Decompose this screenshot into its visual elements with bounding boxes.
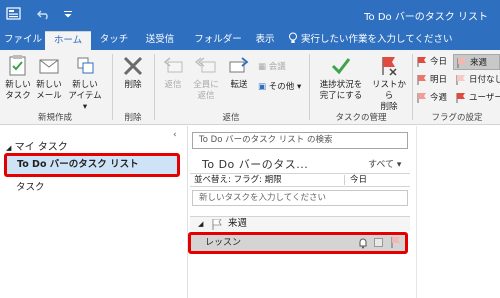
meeting-icon: ▦ bbox=[258, 62, 267, 72]
tab-file[interactable]: ファイル bbox=[4, 31, 42, 50]
task-list-pane: To Do バーのタスク リスト の検索 To Do バーのタス... すべて … bbox=[188, 126, 415, 298]
group-name: 来週 bbox=[228, 218, 248, 229]
flag-icon bbox=[456, 75, 465, 85]
flag-custom-button[interactable]: ユーザー bbox=[453, 90, 500, 106]
tell-me-box[interactable]: 実行したい作業を入力してください bbox=[288, 31, 498, 50]
flag-icon bbox=[457, 58, 466, 68]
expand-triangle-icon: ◢ bbox=[6, 144, 12, 152]
sort-label[interactable]: 並べ替え: フラグ: 期限 bbox=[194, 174, 282, 186]
flag-icon bbox=[212, 219, 222, 230]
search-input[interactable]: To Do バーのタスク リスト の検索 bbox=[192, 132, 408, 149]
delete-x-icon bbox=[123, 56, 143, 76]
flag-icon bbox=[456, 93, 465, 103]
reply-button[interactable]: 返信 bbox=[158, 54, 188, 91]
reply-icon bbox=[163, 57, 183, 73]
undo-icon[interactable] bbox=[36, 6, 52, 22]
group-divider bbox=[112, 54, 113, 120]
tab-home[interactable]: ホーム bbox=[45, 31, 91, 50]
reply-all-button[interactable]: 全員に 返信 bbox=[190, 54, 222, 102]
flag-today-button[interactable]: 今日 bbox=[414, 54, 452, 70]
task-subject: レッスン bbox=[205, 238, 242, 248]
tab-folder[interactable]: フォルダー bbox=[190, 31, 246, 50]
title-bar: To Do バーのタスク リスト bbox=[0, 0, 500, 28]
navigation-pane: ‹ ◢ マイ タスク To Do バーのタスク リスト タスク bbox=[0, 126, 188, 298]
new-group-label: 新規作成 bbox=[37, 113, 72, 123]
filter-dropdown[interactable]: すべて ▾ bbox=[368, 157, 401, 170]
checkmark-icon bbox=[331, 58, 351, 75]
ribbon-tabs: ファイル ホーム タッチ 送受信 フォルダー 表示 実行したい作業を入力してくだ… bbox=[0, 28, 500, 50]
nav-item-tasks[interactable]: タスク bbox=[16, 179, 45, 193]
manage-group-label: タスクの管理 bbox=[335, 113, 387, 123]
flag-icon bbox=[417, 75, 426, 85]
flag-tomorrow-button[interactable]: 明日 bbox=[414, 72, 452, 88]
more-respond-button[interactable]: ▣ その他 ▾ bbox=[258, 82, 304, 93]
quick-access-dropdown-icon[interactable] bbox=[60, 6, 76, 22]
new-items-button[interactable]: 新しい アイテム ▾ bbox=[66, 54, 104, 113]
collapse-pane-icon[interactable]: ‹ bbox=[173, 130, 177, 140]
sort-header[interactable]: 並べ替え: フラグ: 期限 今日 bbox=[190, 173, 410, 187]
group-divider bbox=[154, 54, 155, 120]
tab-view[interactable]: 表示 bbox=[252, 31, 278, 50]
flag-next-week-button[interactable]: 来週 bbox=[453, 54, 500, 70]
nav-item-todo-list[interactable]: To Do バーのタスク リスト bbox=[4, 153, 180, 177]
flag-no-date-button[interactable]: 日付なし bbox=[453, 72, 500, 88]
group-divider bbox=[412, 54, 413, 120]
collapse-triangle-icon: ◢ bbox=[198, 220, 204, 228]
lightbulb-icon bbox=[289, 32, 297, 43]
tell-me-text: 実行したい作業を入力してください bbox=[301, 34, 453, 45]
reading-pane bbox=[416, 126, 500, 298]
new-task-button[interactable]: 新しい タスク bbox=[3, 54, 33, 102]
flag-remove-icon bbox=[382, 57, 397, 76]
my-tasks-header[interactable]: ◢ マイ タスク bbox=[6, 138, 68, 153]
list-title: To Do バーのタス... bbox=[202, 158, 309, 171]
delete-group-label: 削除 bbox=[124, 113, 142, 123]
mark-complete-button[interactable]: 進捗状況を 完了にする bbox=[313, 54, 369, 102]
sort-column-today[interactable]: 今日 bbox=[350, 174, 367, 186]
flag-icon bbox=[417, 57, 426, 67]
dropdown-arrow-icon: ▾ bbox=[396, 160, 402, 170]
ribbon: 新しい タスク 新しい メール 新しい アイテム ▾ 新規作成 削除 削除 返信… bbox=[0, 50, 500, 125]
flag-icon bbox=[417, 93, 426, 103]
complete-checkbox[interactable] bbox=[374, 238, 383, 247]
window-title: To Do バーのタスク リスト bbox=[364, 12, 488, 23]
dropdown-arrow-icon: ▾ bbox=[296, 82, 302, 92]
forward-icon bbox=[229, 57, 249, 73]
delete-button[interactable]: 削除 bbox=[118, 54, 148, 91]
remove-from-list-button[interactable]: リストから 削除 bbox=[368, 54, 410, 113]
flag-icon[interactable] bbox=[391, 237, 401, 248]
reminder-bell-icon[interactable] bbox=[357, 237, 369, 249]
new-mail-button[interactable]: 新しい メール bbox=[34, 54, 64, 102]
flags-group-label: フラグの設定 bbox=[431, 113, 483, 123]
group-divider bbox=[309, 54, 310, 120]
tab-send-receive[interactable]: 送受信 bbox=[139, 31, 181, 50]
new-task-input[interactable]: 新しいタスクを入力してください bbox=[192, 190, 408, 206]
meeting-button[interactable]: ▦ 会議 bbox=[258, 62, 298, 73]
task-row[interactable]: レッスン bbox=[188, 232, 408, 254]
forward-button[interactable]: 転送 bbox=[224, 54, 254, 91]
group-header-next-week[interactable]: ◢ 来週 bbox=[190, 216, 410, 231]
new-task-icon bbox=[9, 55, 26, 76]
outlook-app-icon[interactable] bbox=[6, 6, 22, 22]
column-divider bbox=[344, 175, 345, 185]
new-mail-icon bbox=[39, 59, 59, 74]
respond-group-label: 返信 bbox=[222, 113, 240, 123]
flag-this-week-button[interactable]: 今週 bbox=[414, 90, 452, 106]
more-icon: ▣ bbox=[258, 82, 267, 92]
reply-all-icon bbox=[195, 57, 216, 73]
tab-touch[interactable]: タッチ bbox=[95, 31, 133, 50]
new-items-icon bbox=[77, 57, 94, 74]
